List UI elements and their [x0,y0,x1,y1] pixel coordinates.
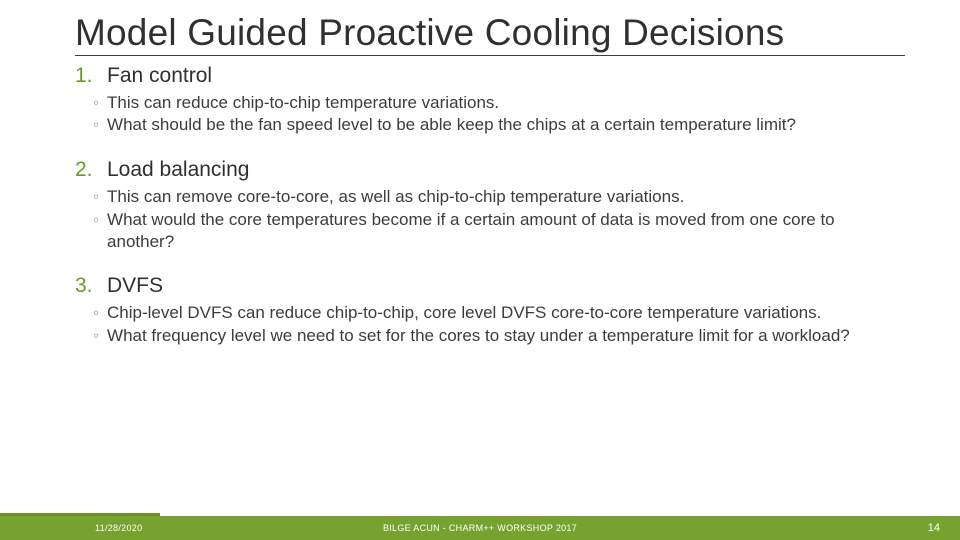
list-item: ◦ This can remove core-to-core, as well … [93,186,905,208]
list-item: ◦ What should be the fan speed level to … [93,114,905,136]
section-number: 1. [75,64,93,88]
section-number: 3. [75,274,93,298]
bullet-mark-icon: ◦ [93,92,99,114]
section-title: Fan control [107,64,212,88]
slide: Model Guided Proactive Cooling Decisions… [0,0,960,540]
footer-page-number: 14 [928,522,940,534]
section-heading: 3. DVFS [75,274,905,298]
section-title: Load balancing [107,158,249,182]
bullet-list: ◦ This can remove core-to-core, as well … [93,186,905,252]
list-item: ◦ What would the core temperatures becom… [93,209,905,253]
bullet-text: This can remove core-to-core, as well as… [107,186,905,208]
section-heading: 2. Load balancing [75,158,905,182]
footer-accent [0,513,160,516]
section-heading: 1. Fan control [75,64,905,88]
section-number: 2. [75,158,93,182]
bullet-text: What should be the fan speed level to be… [107,114,905,136]
list-item: ◦ Chip-level DVFS can reduce chip-to-chi… [93,302,905,324]
title-rule: Model Guided Proactive Cooling Decisions [75,12,905,56]
footer-center: BILGE ACUN - CHARM++ WORKSHOP 2017 [383,523,577,533]
bullet-list: ◦ This can reduce chip-to-chip temperatu… [93,92,905,137]
bullet-mark-icon: ◦ [93,209,99,231]
bullet-text: What would the core temperatures become … [107,209,905,253]
footer-date: 11/28/2020 [95,523,142,533]
bullet-text: What frequency level we need to set for … [107,325,905,347]
section-fan-control: 1. Fan control ◦ This can reduce chip-to… [75,64,905,137]
section-dvfs: 3. DVFS ◦ Chip-level DVFS can reduce chi… [75,274,905,347]
list-item: ◦ This can reduce chip-to-chip temperatu… [93,92,905,114]
slide-title: Model Guided Proactive Cooling Decisions [75,12,905,55]
bullet-mark-icon: ◦ [93,325,99,347]
section-load-balancing: 2. Load balancing ◦ This can remove core… [75,158,905,252]
slide-footer: 11/28/2020 BILGE ACUN - CHARM++ WORKSHOP… [0,516,960,540]
section-title: DVFS [107,274,163,298]
bullet-list: ◦ Chip-level DVFS can reduce chip-to-chi… [93,302,905,347]
bullet-mark-icon: ◦ [93,302,99,324]
bullet-text: This can reduce chip-to-chip temperature… [107,92,905,114]
bullet-text: Chip-level DVFS can reduce chip-to-chip,… [107,302,905,324]
bullet-mark-icon: ◦ [93,114,99,136]
bullet-mark-icon: ◦ [93,186,99,208]
list-item: ◦ What frequency level we need to set fo… [93,325,905,347]
